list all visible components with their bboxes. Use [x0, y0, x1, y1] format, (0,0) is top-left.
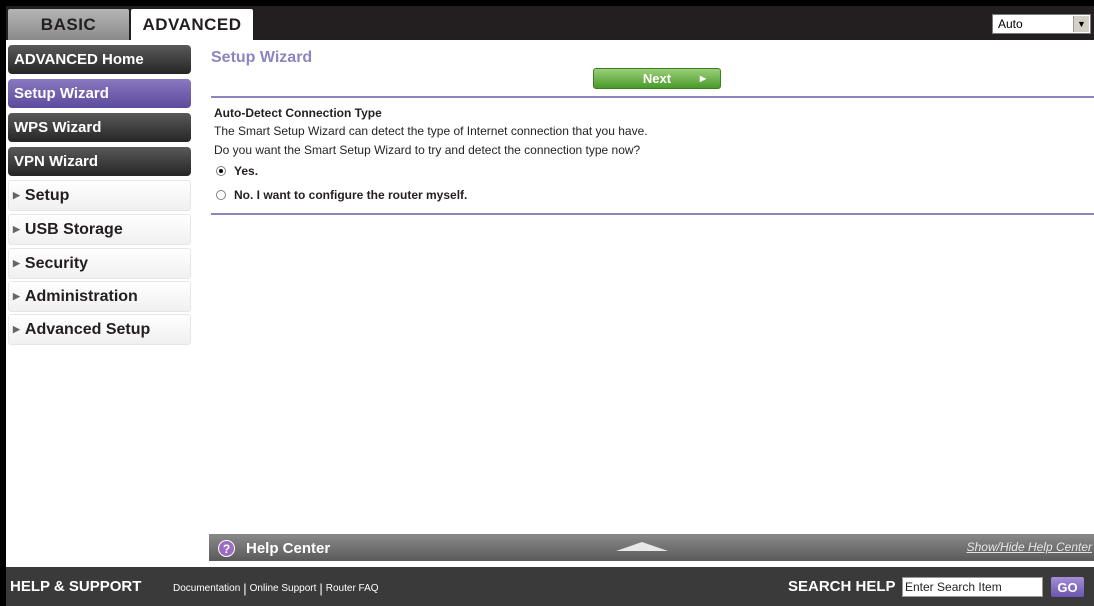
expand-up-icon[interactable] — [616, 542, 668, 551]
expand-arrow-icon: ▶ — [13, 224, 20, 234]
arrow-right-icon: ▶ — [699, 74, 706, 83]
top-bar: BASIC ADVANCED Auto ▼ — [6, 6, 1094, 40]
question-icon: ? — [218, 540, 235, 557]
footer: HELP & SUPPORT Documentation | Online Su… — [6, 567, 1094, 606]
description-line-1: The Smart Setup Wizard can detect the ty… — [214, 124, 648, 138]
go-button[interactable]: GO — [1051, 577, 1084, 597]
radio-no[interactable] — [216, 190, 226, 200]
chevron-down-icon[interactable]: ▼ — [1073, 16, 1089, 32]
sidebar-section-label: USB Storage — [24, 220, 123, 238]
sidebar-section-security[interactable]: ▶ Security — [8, 248, 191, 279]
next-button-label: Next — [642, 71, 672, 86]
sidebar-section-label: Advanced Setup — [24, 320, 151, 338]
sidebar-item-vpn-wizard[interactable]: VPN Wizard — [8, 147, 191, 176]
footer-title: HELP & SUPPORT — [10, 578, 142, 595]
link-separator: | — [243, 581, 247, 596]
sidebar-section-label: Setup — [24, 186, 70, 204]
radio-yes[interactable] — [216, 166, 226, 176]
documentation-link[interactable]: Documentation — [173, 583, 240, 594]
sidebar-item-advanced-home[interactable]: ADVANCED Home — [8, 45, 191, 74]
option-no[interactable]: No. I want to configure the router mysel… — [216, 188, 467, 202]
sidebar-section-label: Security — [24, 254, 89, 272]
sidebar-item-setup-wizard[interactable]: Setup Wizard — [8, 79, 191, 108]
footer-links: Documentation | Online Support | Router … — [173, 581, 379, 596]
search-help-label: SEARCH HELP — [788, 578, 896, 595]
search-input[interactable]: Enter Search Item — [902, 577, 1043, 597]
online-support-link[interactable]: Online Support — [250, 583, 317, 594]
language-select-value: Auto — [998, 17, 1023, 31]
sidebar-item-label: WPS Wizard — [14, 119, 102, 136]
description-line-2: Do you want the Smart Setup Wizard to tr… — [214, 143, 641, 157]
main-content: Setup Wizard Next ▶ Auto-Detect Connecti… — [209, 40, 1094, 534]
help-center-title: Help Center — [246, 540, 331, 557]
option-yes-label: Yes. — [234, 164, 259, 178]
language-select[interactable]: Auto ▼ — [992, 14, 1091, 34]
sidebar-item-label: VPN Wizard — [14, 153, 99, 170]
show-hide-help-link[interactable]: Show/Hide Help Center — [967, 540, 1092, 554]
page-title: Setup Wizard — [211, 49, 313, 66]
tab-basic[interactable]: BASIC — [8, 9, 129, 40]
router-faq-link[interactable]: Router FAQ — [326, 583, 379, 594]
sidebar-section-label: Administration — [24, 287, 138, 305]
sidebar-item-label: Setup Wizard — [14, 85, 109, 102]
sidebar-item-wps-wizard[interactable]: WPS Wizard — [8, 113, 191, 142]
expand-arrow-icon: ▶ — [13, 324, 20, 334]
next-button[interactable]: Next ▶ — [593, 68, 721, 89]
divider-top — [211, 96, 1094, 98]
router-admin-app: BASIC ADVANCED Auto ▼ ADVANCED Home Setu… — [6, 6, 1094, 606]
sidebar: ADVANCED Home Setup Wizard WPS Wizard VP… — [6, 40, 209, 567]
sidebar-section-administration[interactable]: ▶ Administration — [8, 281, 191, 312]
expand-arrow-icon: ▶ — [13, 190, 20, 200]
expand-arrow-icon: ▶ — [13, 291, 20, 301]
section-title: Auto-Detect Connection Type — [214, 106, 382, 120]
sidebar-section-usb-storage[interactable]: ▶ USB Storage — [8, 214, 191, 245]
help-center-bar: ? Help Center Show/Hide Help Center — [209, 534, 1094, 561]
sidebar-section-setup[interactable]: ▶ Setup — [8, 180, 191, 211]
sidebar-section-advanced-setup[interactable]: ▶ Advanced Setup — [8, 314, 191, 345]
tab-advanced[interactable]: ADVANCED — [131, 9, 253, 40]
link-separator: | — [319, 581, 323, 596]
option-yes[interactable]: Yes. — [216, 164, 258, 178]
divider-bottom — [211, 213, 1094, 215]
sidebar-item-label: ADVANCED Home — [14, 51, 144, 68]
option-no-label: No. I want to configure the router mysel… — [234, 188, 468, 202]
expand-arrow-icon: ▶ — [13, 258, 20, 268]
